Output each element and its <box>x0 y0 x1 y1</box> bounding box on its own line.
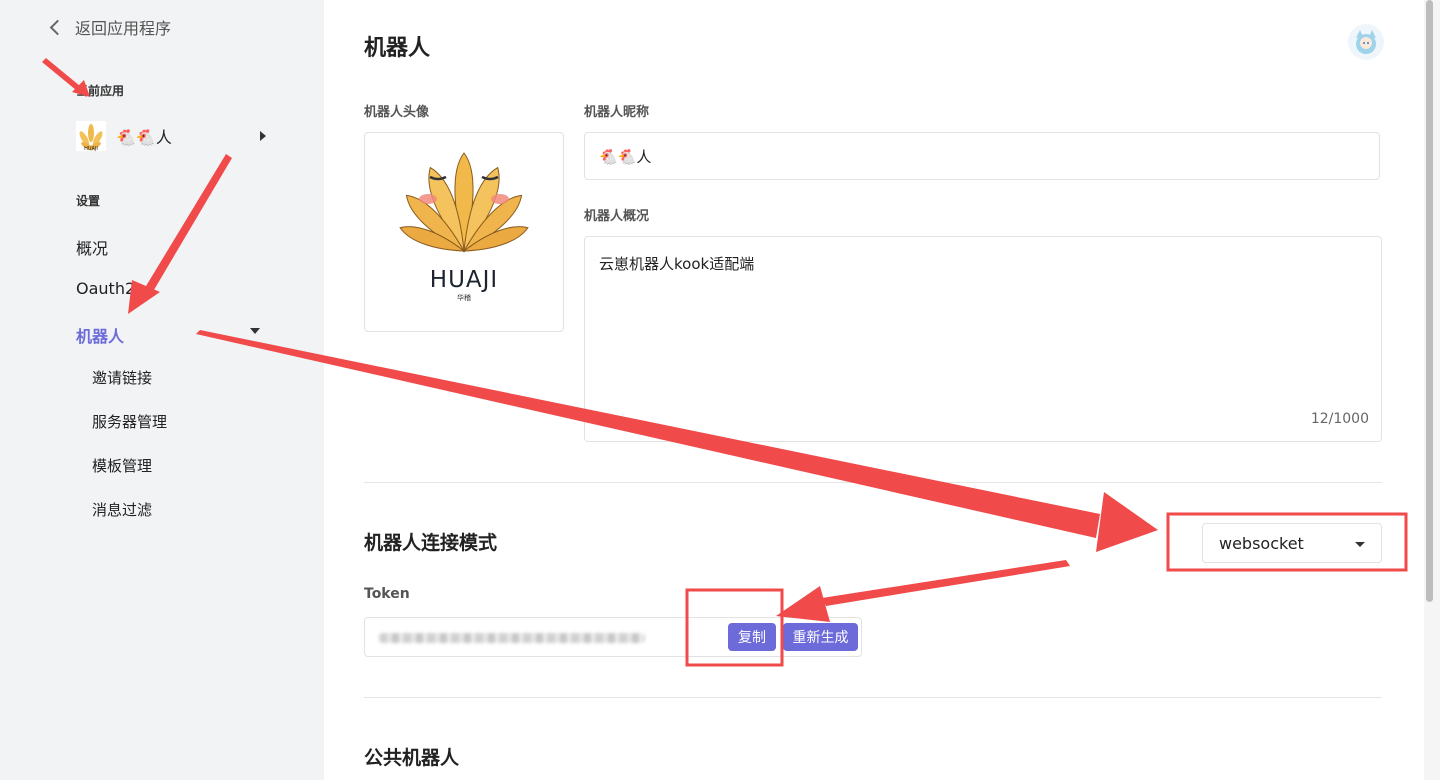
sidebar-subitem-servers[interactable]: 服务器管理 <box>92 411 167 432</box>
sidebar-item-oauth2[interactable]: Oauth2 <box>76 279 135 298</box>
sidebar-subitem-filters[interactable]: 消息过滤 <box>92 499 152 520</box>
summary-field-label: 机器人概况 <box>584 209 650 224</box>
token-field-label: Token <box>364 586 410 602</box>
scrollbar-thumb[interactable] <box>1426 0 1433 602</box>
summary-value: 云崽机器人kook适配端 <box>599 255 755 273</box>
bot-avatar-logo-text: HUAJI <box>429 267 499 293</box>
main-content: 机器人 机器人头像 机器人昵称 HUAJI 华稽 🐔🐔人 机器人概况 云崽机器人… <box>324 0 1424 780</box>
caret-down-icon <box>1355 542 1365 547</box>
copy-token-button[interactable]: 复制 <box>728 623 776 651</box>
sidebar: 返回应用程序 当前应用 HUAJI 🐔🐔人 设置 概况 Oauth2 机器人 邀… <box>0 0 324 780</box>
triangle-down-icon[interactable] <box>250 328 260 334</box>
sidebar-subitem-templates[interactable]: 模板管理 <box>92 455 152 476</box>
svg-text:HUAJI: HUAJI <box>84 146 98 151</box>
bot-avatar-logo-subtext: 华稽 <box>457 294 471 302</box>
section-divider <box>364 482 1382 483</box>
nickname-field-label: 机器人昵称 <box>584 105 650 120</box>
back-to-apps-link[interactable]: 返回应用程序 <box>48 14 171 40</box>
user-avatar[interactable] <box>1348 24 1384 60</box>
current-app-selector[interactable]: HUAJI 🐔🐔人 <box>76 118 272 154</box>
regenerate-token-button[interactable]: 重新生成 <box>783 623 858 651</box>
current-app-name: 🐔🐔人 <box>116 128 172 147</box>
token-field[interactable]: 复制 重新生成 <box>364 617 862 657</box>
bot-avatar-upload[interactable]: HUAJI 华稽 <box>364 132 564 332</box>
sidebar-item-overview[interactable]: 概况 <box>76 235 108 259</box>
nickname-value: 🐔🐔人 <box>599 147 652 166</box>
back-label: 返回应用程序 <box>75 19 172 38</box>
avatar-field-label: 机器人头像 <box>364 105 430 120</box>
connection-mode-select[interactable]: websocket <box>1202 523 1382 563</box>
section-divider-2 <box>364 697 1382 698</box>
user-avatar-image <box>1348 24 1384 60</box>
settings-section-label: 设置 <box>76 194 101 208</box>
page-title: 机器人 <box>364 36 431 61</box>
chevron-left-icon <box>49 19 66 35</box>
nickname-input[interactable]: 🐔🐔人 <box>584 132 1380 180</box>
current-app-label: 当前应用 <box>76 84 125 98</box>
connection-mode-title: 机器人连接模式 <box>364 532 498 554</box>
sidebar-subitem-invite[interactable]: 邀请链接 <box>92 367 152 388</box>
connection-mode-value: websocket <box>1219 533 1304 553</box>
app-avatar: HUAJI <box>76 121 106 151</box>
app-window: 返回应用程序 当前应用 HUAJI 🐔🐔人 设置 概况 Oauth2 机器人 邀… <box>0 0 1440 780</box>
summary-char-counter: 12/1000 <box>1310 411 1369 427</box>
triangle-right-icon <box>260 131 266 141</box>
summary-textarea[interactable]: 云崽机器人kook适配端 12/1000 <box>584 236 1382 442</box>
token-value-redacted <box>379 633 645 643</box>
public-bot-title: 公共机器人 <box>364 747 460 769</box>
sidebar-item-bot[interactable]: 机器人 <box>76 323 124 347</box>
